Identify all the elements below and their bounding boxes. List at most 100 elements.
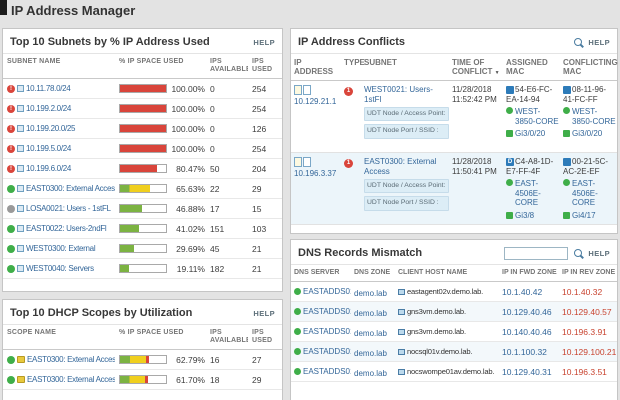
subnet-link[interactable]: WEST0040: Servers [26, 264, 94, 273]
conflicts-panel-title: IP Address Conflicts [298, 36, 570, 48]
server-up-icon [294, 368, 301, 375]
usage-bar [119, 84, 167, 93]
col-ip-rev-zone[interactable]: IP IN REV ZONE [559, 267, 617, 279]
conflict-subnet-link[interactable]: WEST0021: Users-1stFl [364, 85, 449, 104]
col-client-host-name[interactable]: CLIENT HOST NAME [395, 267, 499, 279]
dns-server-link[interactable]: EASTADDS01v [303, 307, 351, 316]
udt-port-label: UDT Node Port / SSID : [364, 124, 449, 138]
conflicting-node-link[interactable]: EAST-4506E-CORE [572, 179, 617, 208]
utilization-bar [119, 355, 167, 364]
usage-percent: 46.88% [167, 204, 205, 214]
subnet-link[interactable]: 10.199.5.0/24 [26, 144, 71, 153]
col-assigned-mac[interactable]: ASSIGNED MAC [503, 57, 560, 77]
dhcp-scope-icon [17, 356, 25, 363]
usage-percent: 19.11% [167, 264, 205, 274]
conflict-time: 11:52:42 PM [452, 95, 503, 105]
subnet-link[interactable]: 10.199.6.0/24 [26, 164, 71, 173]
status-up-icon [7, 185, 15, 193]
dns-panel-title: DNS Records Mismatch [298, 247, 500, 259]
col-ip-fwd-zone[interactable]: IP IN FWD ZONE [499, 267, 559, 279]
node-up-icon [563, 179, 570, 186]
search-icon[interactable] [574, 38, 582, 46]
ips-available: 22 [206, 184, 248, 194]
search-icon[interactable] [574, 249, 582, 257]
ip-fwd-zone: 10.129.40.31 [499, 367, 559, 377]
usage-percent: 100.00% [167, 144, 205, 154]
col-ips-available[interactable]: IPS AVAILABLE [206, 57, 248, 74]
conflicting-node-link[interactable]: WEST-3850-CORE [572, 107, 617, 126]
help-link[interactable]: HELP [253, 309, 275, 318]
col-type[interactable]: TYPE [341, 57, 361, 77]
dns-zone-link[interactable]: demo.lab [354, 309, 387, 318]
node-up-icon [506, 107, 513, 114]
dns-server-link[interactable]: EASTADDS01v [303, 287, 351, 296]
subnet-link[interactable]: LOSA0021: Users - 1stFL [26, 204, 111, 213]
col-conflicting-mac[interactable]: CONFLICTING MAC [560, 57, 617, 77]
usage-bar [119, 124, 167, 133]
assigned-port-link[interactable]: Gi3/8 [515, 211, 534, 221]
conflict-document-icon [303, 157, 311, 167]
dns-server-link[interactable]: EASTADDS01v [303, 367, 351, 376]
subnet-icon [17, 125, 24, 132]
col-ip-address[interactable]: IP ADDRESS [291, 57, 341, 77]
conflicting-port-link[interactable]: Gi4/17 [572, 211, 596, 221]
conflict-subnet-link[interactable]: EAST0300: External Access [364, 157, 449, 176]
help-link[interactable]: HELP [253, 38, 275, 47]
col-ip-space-used[interactable]: % IP SPACE USED [115, 57, 206, 66]
subnet-link[interactable]: 10.199.20.0/25 [26, 124, 75, 133]
col-time-of-conflict[interactable]: TIME OF CONFLICT ▼ [449, 57, 503, 77]
assigned-node-link[interactable]: EAST-4506E-CORE [515, 179, 560, 208]
scope-link[interactable]: EAST0300: External Access [27, 375, 115, 384]
col-ips-available[interactable]: IPS AVAILABLE [206, 328, 248, 345]
usage-bar [119, 184, 167, 193]
dns-server-link[interactable]: EASTADDS01v [303, 327, 351, 336]
subnet-link[interactable]: 10.11.78.0/24 [26, 84, 70, 93]
col-subnet-name[interactable]: SUBNET NAME [3, 57, 115, 66]
col-subnet[interactable]: SUBNET [361, 57, 449, 77]
col-dns-server[interactable]: DNS SERVER [291, 267, 351, 279]
conflict-count-badge: 1 [344, 87, 353, 96]
dns-zone-link[interactable]: demo.lab [354, 369, 387, 378]
subnet-link[interactable]: WEST0300: External [26, 244, 95, 253]
status-critical-icon [7, 105, 15, 113]
assigned-port-link[interactable]: Gi3/0/20 [515, 129, 545, 139]
dns-zone-link[interactable]: demo.lab [354, 289, 387, 298]
dns-row: EASTADDS01v demo.lab nocswompe01av.demo.… [291, 362, 617, 382]
help-link[interactable]: HELP [588, 249, 610, 258]
node-up-icon [563, 107, 570, 114]
ip-fwd-zone: 10.1.100.32 [499, 347, 559, 357]
help-link[interactable]: HELP [588, 38, 610, 47]
host-icon [398, 309, 405, 315]
ips-available: 182 [206, 264, 248, 274]
subnet-row: EAST0022: Users-2ndFl 41.02% 151 103 [3, 219, 282, 239]
ip-fwd-zone: 10.140.40.46 [499, 327, 559, 337]
dns-server-link[interactable]: EASTADDS01v [303, 347, 351, 356]
conflicting-port-link[interactable]: Gi3/0/20 [572, 129, 602, 139]
col-ips-used[interactable]: IPS USED [248, 57, 282, 74]
subnet-row: 10.11.78.0/24 100.00% 0 254 [3, 79, 282, 99]
scope-row: EAST0300: External Access 62.79% 16 27 [3, 350, 282, 370]
ip-document-icon [294, 85, 302, 95]
col-dns-zone[interactable]: DNS ZONE [351, 267, 395, 279]
interface-icon [506, 212, 513, 219]
conflict-count-badge: 1 [344, 159, 353, 168]
conflict-ip-link[interactable]: 10.196.3.37 [294, 169, 341, 179]
subnet-link[interactable]: 10.199.2.0/24 [26, 104, 71, 113]
page-title: IP Address Manager [11, 3, 135, 18]
scope-link[interactable]: EAST0300: External Access [27, 355, 115, 364]
ips-used: 254 [248, 144, 282, 154]
conflict-ip-link[interactable]: 10.129.21.1 [294, 97, 341, 107]
search-input[interactable] [504, 247, 568, 260]
subnet-link[interactable]: EAST0022: Users-2ndFl [26, 224, 106, 233]
subnet-row: 10.199.20.0/25 100.00% 0 126 [3, 119, 282, 139]
dns-zone-link[interactable]: demo.lab [354, 329, 387, 338]
dns-zone-link[interactable]: demo.lab [354, 349, 387, 358]
utilization-percent: 62.79% [167, 355, 205, 365]
subnet-link[interactable]: EAST0300: External Access [26, 184, 115, 193]
col-ips-used[interactable]: IPS USED [248, 328, 282, 345]
subnets-table-header: SUBNET NAME % IP SPACE USED IPS AVAILABL… [3, 53, 282, 79]
col-ip-space-used[interactable]: % IP SPACE USED [115, 328, 206, 337]
usage-bar [119, 144, 167, 153]
assigned-node-link[interactable]: WEST-3850-CORE [515, 107, 560, 126]
col-scope-name[interactable]: SCOPE NAME [3, 328, 115, 337]
